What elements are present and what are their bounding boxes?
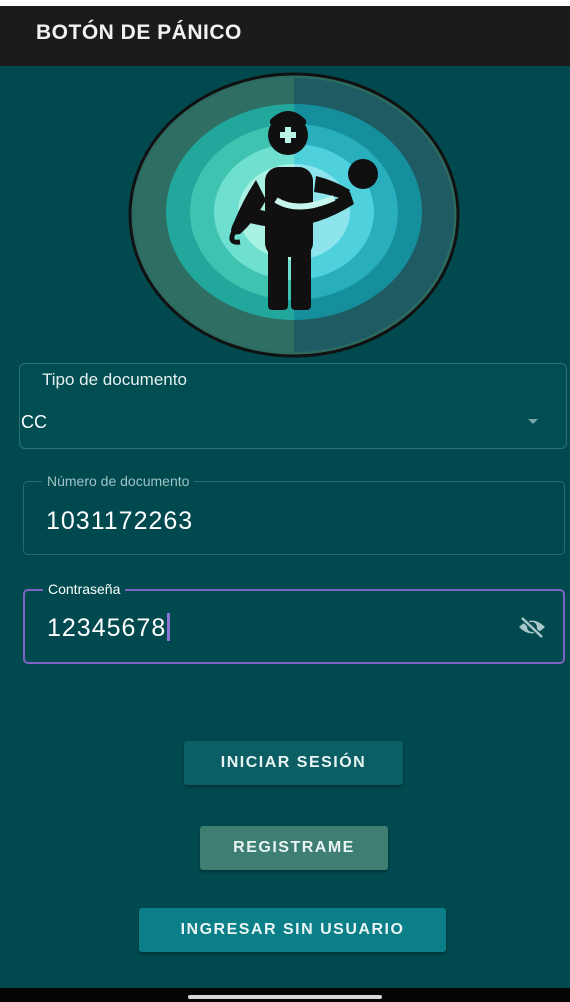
home-indicator[interactable] xyxy=(188,995,382,999)
password-input[interactable]: 12345678 xyxy=(47,614,166,642)
guest-login-button[interactable]: INGRESAR SIN USUARIO xyxy=(139,908,446,952)
document-type-value: CC xyxy=(21,412,47,432)
password-label: Contraseña xyxy=(43,581,126,597)
document-number-field[interactable]: Número de documento 1031172263 xyxy=(23,473,565,555)
password-input-wrap[interactable]: 12345678 xyxy=(47,613,171,643)
app-title: BOTÓN DE PÁNICO xyxy=(36,21,242,44)
eye-off-icon[interactable] xyxy=(517,615,547,639)
password-field[interactable]: Contraseña 12345678 xyxy=(23,581,565,664)
document-number-label: Número de documento xyxy=(42,473,195,489)
app-bar: BOTÓN DE PÁNICO xyxy=(0,6,570,66)
chevron-down-icon[interactable] xyxy=(528,419,538,424)
document-number-input[interactable]: 1031172263 xyxy=(46,507,193,536)
login-button[interactable]: INICIAR SESIÓN xyxy=(184,741,403,785)
document-type-select[interactable]: Tipo de documento CC xyxy=(19,363,567,449)
text-cursor xyxy=(167,613,171,641)
document-type-label: Tipo de documento xyxy=(42,370,187,389)
register-button[interactable]: REGISTRAME xyxy=(200,826,388,870)
rescuer-carrying-person-icon xyxy=(128,72,460,358)
